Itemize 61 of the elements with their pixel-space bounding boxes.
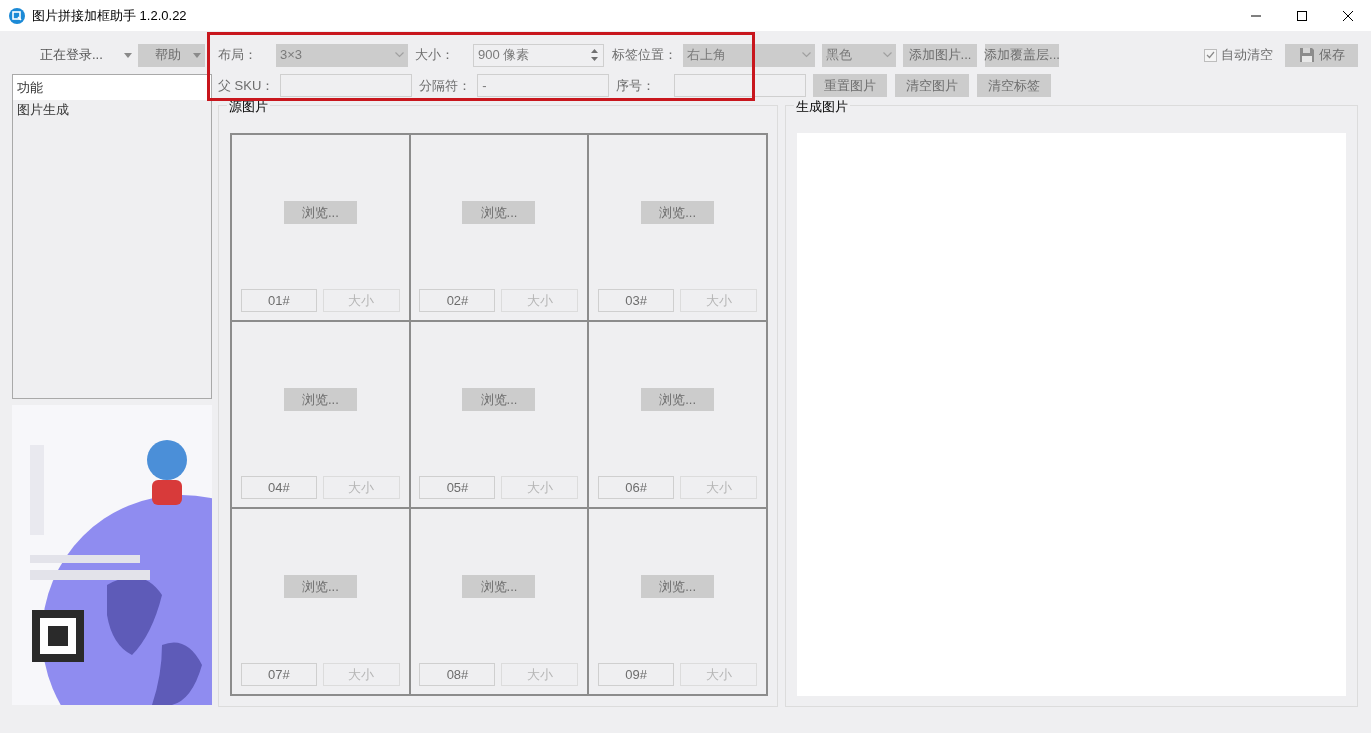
browse-button[interactable]: 浏览... xyxy=(462,201,536,224)
size-button[interactable]: 大小 xyxy=(501,663,579,686)
chevron-down-icon xyxy=(883,52,892,58)
dropdown[interactable]: 右上角 xyxy=(683,43,815,67)
tag-field[interactable]: 07# xyxy=(240,663,317,686)
tag-field[interactable]: 05# xyxy=(419,476,496,499)
text-field[interactable] xyxy=(280,74,413,97)
chevron-down-icon xyxy=(802,52,811,58)
list-item[interactable]: 图片生成 xyxy=(13,100,211,120)
tag-field[interactable]: 03# xyxy=(598,289,675,312)
help-menu[interactable]: 帮助 xyxy=(138,43,205,67)
text-field[interactable] xyxy=(674,74,807,97)
size-button[interactable]: 大小 xyxy=(680,476,758,499)
tag-field[interactable]: 04# xyxy=(240,476,317,499)
save-button[interactable]: 保存 xyxy=(1285,43,1358,67)
account-menu[interactable]: 正在登录... xyxy=(40,43,132,67)
size-button[interactable]: 大小 xyxy=(501,476,579,499)
tag-field[interactable]: 01# xyxy=(240,289,317,312)
check-icon xyxy=(1206,51,1215,59)
toolbar-button[interactable]: 添加覆盖层... xyxy=(985,43,1059,67)
field-label: 父 SKU： xyxy=(218,76,276,95)
browse-button[interactable]: 浏览... xyxy=(462,575,536,598)
window-title: 图片拼接加框助手 1.2.0.22 xyxy=(32,6,187,25)
chevron-down-icon xyxy=(395,52,404,58)
size-button[interactable]: 大小 xyxy=(322,663,400,686)
dropdown[interactable]: 3×3 xyxy=(276,43,408,67)
browse-button[interactable]: 浏览... xyxy=(283,201,357,224)
field-label: 序号： xyxy=(616,76,657,95)
text-field[interactable]: - xyxy=(477,74,610,97)
field-label: 布局： xyxy=(218,46,258,65)
browse-button[interactable]: 浏览... xyxy=(462,388,536,411)
browse-button[interactable]: 浏览... xyxy=(283,575,357,598)
size-button[interactable]: 大小 xyxy=(680,289,758,312)
caret-icon xyxy=(124,52,132,58)
browse-button[interactable]: 浏览... xyxy=(641,575,715,598)
tag-field[interactable]: 06# xyxy=(598,476,675,499)
number-field[interactable]: 900 像素 xyxy=(473,43,604,67)
dropdown[interactable]: 黑色 xyxy=(822,43,896,67)
field-label: 大小： xyxy=(415,46,455,65)
field-label: 标签位置： xyxy=(612,46,678,65)
app-icon xyxy=(9,7,25,24)
browse-button[interactable]: 浏览... xyxy=(641,201,715,224)
size-button[interactable]: 大小 xyxy=(322,476,400,499)
tag-field[interactable]: 08# xyxy=(419,663,496,686)
toolbar-button[interactable]: 清空标签 xyxy=(977,74,1052,97)
auto-clear-checkbox[interactable]: 自动清空 xyxy=(1204,45,1273,65)
size-button[interactable]: 大小 xyxy=(322,289,400,312)
toolbar-button[interactable]: 添加图片... xyxy=(903,43,977,67)
toolbar-button[interactable]: 清空图片 xyxy=(895,74,970,97)
toolbar-button[interactable]: 重置图片 xyxy=(813,74,888,97)
spinner-arrows-icon[interactable] xyxy=(590,47,599,63)
size-button[interactable]: 大小 xyxy=(680,663,758,686)
browse-button[interactable]: 浏览... xyxy=(641,388,715,411)
caret-icon xyxy=(193,52,201,58)
field-label: 分隔符： xyxy=(419,76,473,95)
list-header: 功能 xyxy=(13,75,211,100)
tag-field[interactable]: 09# xyxy=(598,663,675,686)
checkbox[interactable] xyxy=(1204,48,1217,62)
tag-field[interactable]: 02# xyxy=(419,289,496,312)
browse-button[interactable]: 浏览... xyxy=(283,388,357,411)
size-button[interactable]: 大小 xyxy=(501,289,579,312)
